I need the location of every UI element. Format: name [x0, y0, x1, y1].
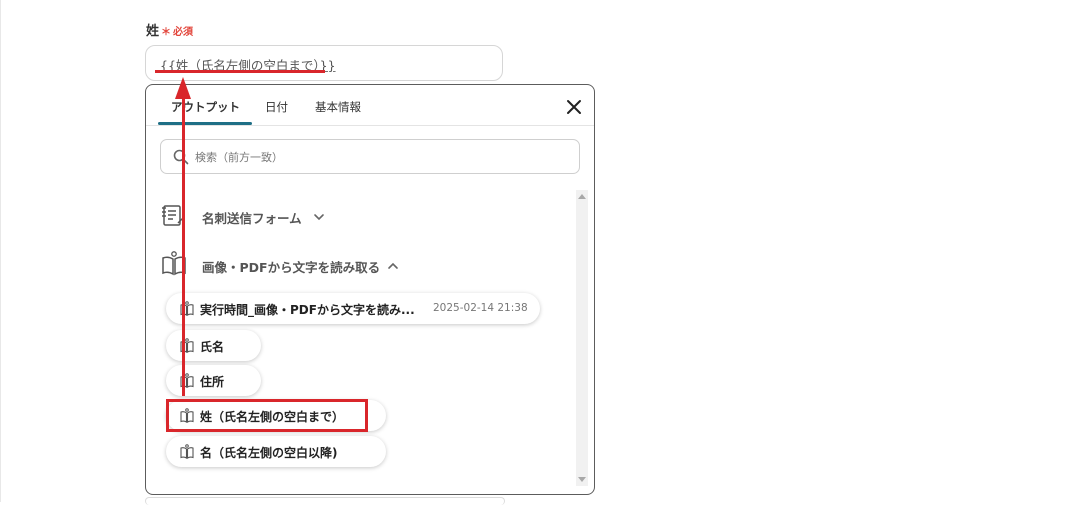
group-business-card-form[interactable]: 名刺送信フォーム	[160, 201, 360, 231]
chevron-down-icon	[314, 214, 324, 221]
output-item-label: 実行時間_画像・PDFから文字を読み...	[200, 303, 415, 317]
output-item-timestamp: 2025-02-14 21:38	[433, 302, 528, 314]
output-item-full-name[interactable]: 氏名	[166, 330, 261, 361]
output-item-exec-time[interactable]: 実行時間_画像・PDFから文字を読み... 2025-02-14 21:38	[166, 293, 540, 324]
required-text: 必須	[173, 27, 194, 38]
annotation-arrow-shaft	[182, 98, 185, 396]
active-tab-indicator	[158, 122, 252, 125]
field-label: 姓＊必須	[146, 20, 193, 39]
output-item-label: 住所	[200, 375, 225, 389]
scrollbar[interactable]	[576, 190, 588, 486]
scroll-down-arrow[interactable]	[578, 477, 586, 482]
annotation-underline	[155, 70, 325, 73]
output-item-label: 氏名	[200, 340, 225, 354]
search-input[interactable]	[193, 146, 567, 168]
field-label-text: 姓	[146, 24, 160, 39]
search-icon	[173, 149, 189, 165]
tab-bar: アウトプット 日付 基本情報	[146, 85, 594, 126]
group-title: 名刺送信フォーム	[202, 211, 302, 226]
group-ocr-read[interactable]: 画像・PDFから文字を読み取る	[160, 250, 420, 280]
output-item-label: 名（氏名左側の空白以降)	[200, 446, 338, 460]
annotation-arrow-head	[175, 77, 191, 99]
page-left-border	[0, 0, 1, 502]
group-title: 画像・PDFから文字を読み取る	[202, 260, 381, 275]
book-icon	[180, 444, 194, 459]
scroll-up-arrow[interactable]	[578, 194, 586, 199]
annotation-highlight-box	[166, 399, 368, 432]
output-item-first-name[interactable]: 名（氏名左側の空白以降)	[166, 436, 386, 467]
close-icon	[567, 100, 581, 114]
tab-basic-info[interactable]: 基本情報	[315, 99, 361, 115]
output-item-address[interactable]: 住所	[166, 365, 261, 396]
required-mark: ＊	[161, 27, 172, 38]
variable-picker-panel: アウトプット 日付 基本情報 名刺送信フォーム	[145, 84, 595, 495]
last-name-input[interactable]: {{姓（氏名左側の空白まで）}}	[145, 45, 503, 81]
tab-date[interactable]: 日付	[265, 99, 288, 115]
next-field-edge	[145, 497, 505, 505]
close-button[interactable]	[562, 95, 586, 119]
search-box[interactable]	[160, 139, 580, 174]
chevron-up-icon	[388, 262, 398, 269]
